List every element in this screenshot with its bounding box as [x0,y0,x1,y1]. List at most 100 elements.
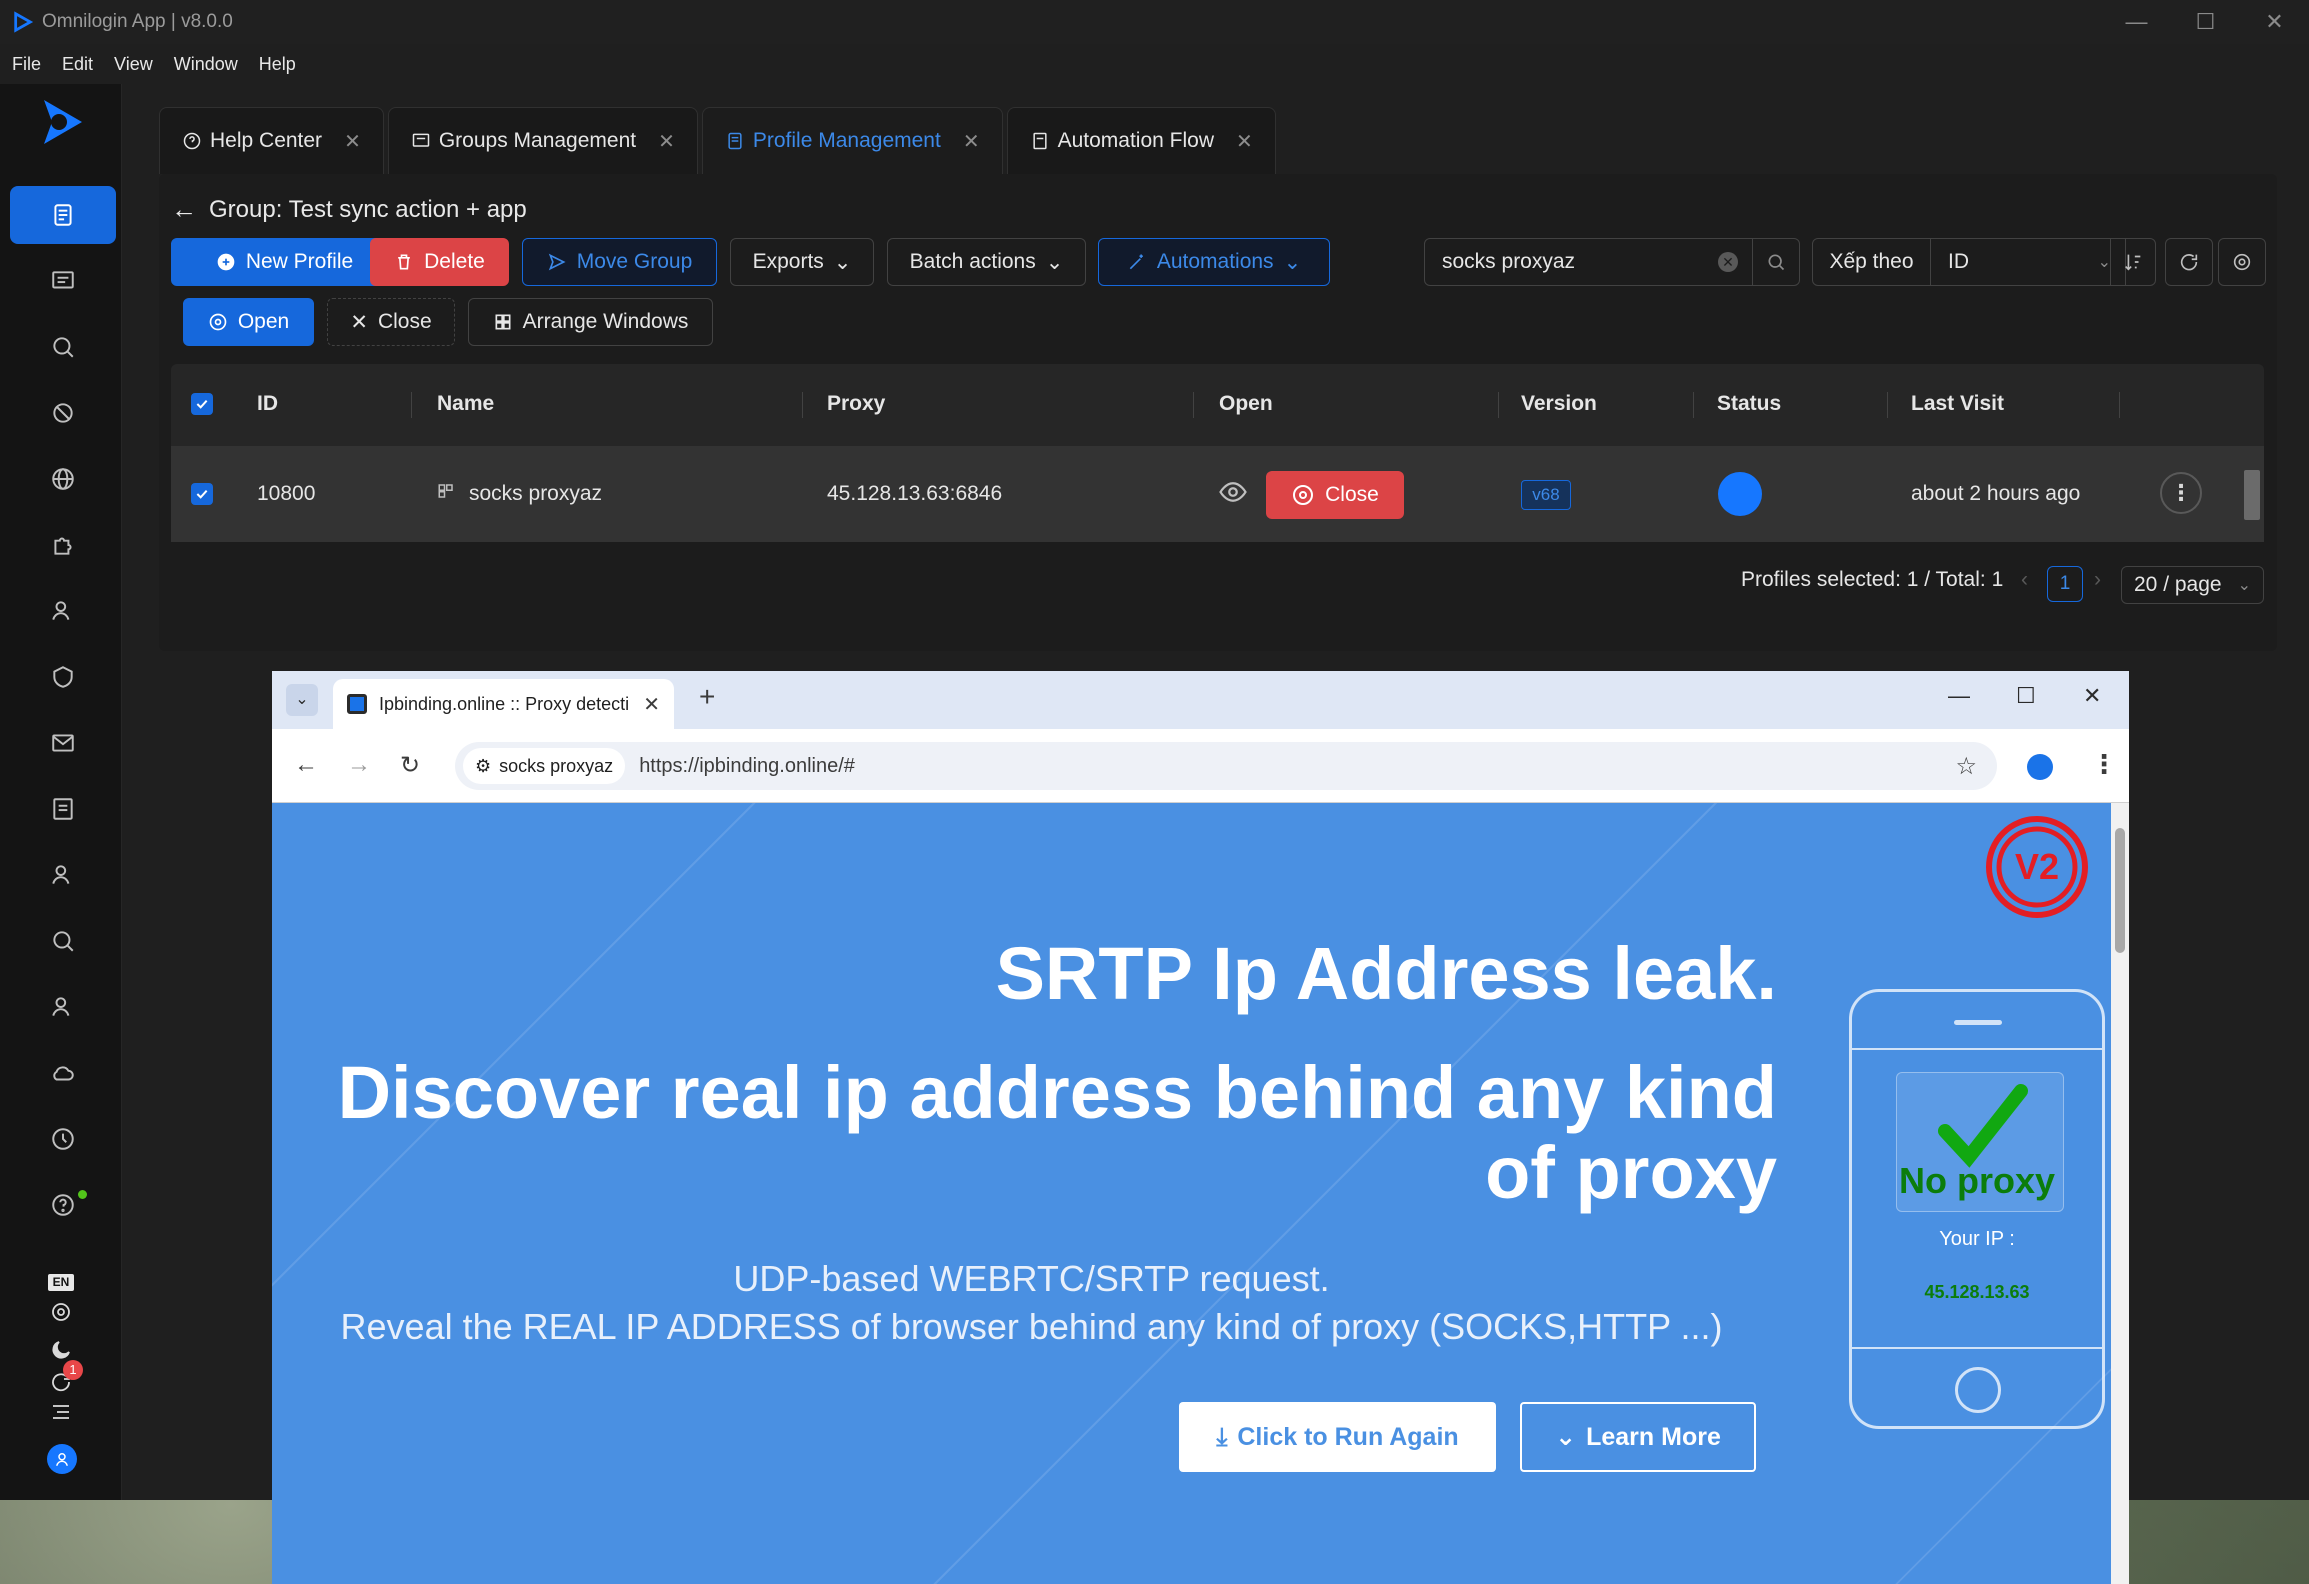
refresh-button[interactable] [2165,238,2213,286]
sidebar-item-history[interactable] [10,1110,116,1168]
page-size-select[interactable]: 20 / page ⌄ [2121,566,2264,604]
your-ip-label: Your IP : [1939,1228,2015,1250]
row-checkbox[interactable] [191,483,213,505]
settings-button[interactable] [2218,238,2266,286]
page-scroll-thumb[interactable] [2115,828,2125,953]
close-tab-icon[interactable]: ✕ [643,692,660,717]
online-status-dot [78,1190,87,1199]
header-id[interactable]: ID [257,392,278,416]
site-settings-icon: ⚙ [475,755,492,776]
menu-window[interactable]: Window [174,54,238,75]
sidebar-item-logs[interactable] [10,780,116,838]
header-open[interactable]: Open [1219,392,1273,416]
url-text[interactable]: https://ipbinding.online/# [639,755,855,778]
back-arrow-icon[interactable]: ← [171,194,197,225]
tab-groups-management[interactable]: Groups Management ✕ [387,107,698,174]
tab-search-button[interactable]: ⌄ [286,684,318,716]
sidebar-item-sync[interactable] [10,384,116,442]
learn-more-button[interactable]: ⌄ Learn More [1520,1402,1756,1472]
v2-logo: V2 [1986,816,2088,918]
menu-edit[interactable]: Edit [62,54,93,75]
search-button[interactable] [1752,238,1800,286]
sidebar-item-mail[interactable] [10,714,116,772]
run-again-button[interactable]: ⤓ Click to Run Again [1179,1402,1496,1472]
sidebar-item-extensions[interactable] [10,516,116,574]
sort-order-button[interactable] [2110,238,2156,286]
sidebar-item-proxy[interactable] [10,318,116,376]
browser-tab[interactable]: Ipbinding.online :: Proxy detecti ✕ [333,679,674,729]
tab-help-center[interactable]: Help Center ✕ [159,107,384,174]
page-scrollbar[interactable] [2111,803,2129,1584]
sidebar-item-search-users[interactable] [10,912,116,970]
menu-file[interactable]: File [12,54,41,75]
close-icon[interactable]: ✕ [344,129,361,154]
eye-icon[interactable] [1218,477,1248,513]
sort-select[interactable]: ID ⌄ [1930,238,2126,286]
tab-profile-management[interactable]: Profile Management ✕ [701,107,1003,174]
move-group-button[interactable]: Move Group [522,238,717,286]
browser-maximize-button[interactable]: ☐ [2016,683,2036,709]
browser-profile-icon[interactable] [2027,754,2053,780]
check-icon [196,489,208,499]
menu-help[interactable]: Help [259,54,296,75]
close-profiles-button[interactable]: ✕ Close [327,298,455,346]
reload-icon[interactable]: ↻ [400,751,420,780]
select-all-checkbox[interactable] [191,393,213,415]
clear-icon[interactable]: ✕ [1718,252,1738,272]
sidebar-item-accounts[interactable] [10,978,116,1036]
sync-icon [53,403,73,423]
settings-icon[interactable] [49,1300,73,1324]
minimize-button[interactable]: — [2102,0,2171,44]
sidebar-item-team[interactable] [10,846,116,904]
bookmark-star-icon[interactable]: ☆ [1955,752,1977,781]
sidebar-item-profiles[interactable] [10,186,116,244]
browser-menu-icon[interactable]: ⋮ [2091,749,2117,780]
close-icon[interactable]: ✕ [658,129,675,154]
sidebar-item-help[interactable] [10,1176,116,1234]
header-proxy[interactable]: Proxy [827,392,885,416]
new-profile-button[interactable]: New Profile [171,238,398,286]
browser-tab-bar: ⌄ Ipbinding.online :: Proxy detecti ✕ + … [272,671,2129,729]
tab-automation-flow[interactable]: Automation Flow ✕ [1006,107,1276,174]
header-version[interactable]: Version [1521,392,1597,416]
delete-button[interactable]: Delete [370,238,509,286]
cell-name[interactable]: socks proxyaz [469,482,602,506]
header-status[interactable]: Status [1717,392,1781,416]
next-page-icon[interactable]: › [2094,568,2101,592]
header-last-visit[interactable]: Last Visit [1911,392,2004,416]
header-name[interactable]: Name [437,392,494,416]
list-icon[interactable] [49,1400,73,1424]
automations-dropdown[interactable]: Automations ⌄ [1098,238,1330,286]
batch-actions-dropdown[interactable]: Batch actions ⌄ [887,238,1086,286]
group-title: Group: Test sync action + app [209,195,527,223]
arrange-windows-button[interactable]: Arrange Windows [468,298,713,346]
sidebar-item-network[interactable] [10,450,116,508]
sidebar-item-security[interactable] [10,648,116,706]
forward-icon[interactable]: → [347,751,371,779]
browser-minimize-button[interactable]: — [1948,683,1970,709]
menu-view[interactable]: View [114,54,153,75]
more-actions-button[interactable]: ⋮ [2160,472,2202,514]
close-window-button[interactable]: ✕ [2240,0,2309,44]
exports-dropdown[interactable]: Exports ⌄ [730,238,874,286]
back-icon[interactable]: ← [294,751,318,779]
search-input[interactable]: socks proxyaz ✕ [1424,238,1753,286]
profile-chip[interactable]: ⚙ socks proxyaz [463,748,626,784]
close-icon[interactable]: ✕ [963,129,980,154]
maximize-button[interactable]: ☐ [2171,0,2240,44]
moon-icon[interactable] [49,1338,73,1362]
table-scroll-thumb[interactable] [2244,470,2260,520]
browser-close-button[interactable]: ✕ [2083,683,2101,709]
prev-page-icon[interactable]: ‹ [2021,568,2028,592]
close-icon[interactable]: ✕ [1236,129,1253,154]
sidebar-item-cloud[interactable] [10,1044,116,1102]
open-button[interactable]: Open [183,298,314,346]
user-avatar[interactable] [47,1444,77,1474]
language-badge[interactable]: EN [48,1274,74,1291]
page-number[interactable]: 1 [2047,566,2083,602]
sidebar-item-members[interactable] [10,582,116,640]
omnibox[interactable]: ⚙ socks proxyaz https://ipbinding.online… [455,742,1997,790]
new-tab-icon[interactable]: + [699,681,715,713]
sidebar-item-groups[interactable] [10,252,116,310]
close-profile-button[interactable]: Close [1266,471,1404,519]
